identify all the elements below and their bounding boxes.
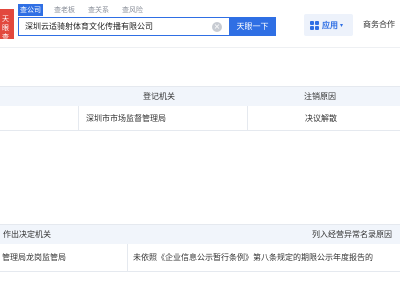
chevron-down-icon: ▾ (340, 21, 344, 29)
top-header: 天眼查询 查公司 查老板 查关系 查风险 深圳云适骑射体育文化传播有限公司 × … (0, 0, 400, 48)
table-header-row: 登记机关 注销原因 (0, 86, 400, 106)
column-header-registration-authority: 登记机关 (143, 92, 175, 101)
table-row: 管理局龙岗监管局 未依照《企业信息公示暂行条例》第八条规定的期限公示年度报告的 (0, 244, 400, 272)
tab-company[interactable]: 查公司 (18, 4, 43, 16)
table-row: 深圳市市场监督管理局 决议解散 (0, 106, 400, 131)
column-header-decision-authority: 作出决定机关 (3, 230, 51, 239)
column-divider (247, 106, 248, 130)
cancellation-reason-cell: 决议解散 (305, 114, 337, 123)
table-header-row: 作出决定机关 列入经营异常名录原因 (0, 224, 400, 244)
brand-logo[interactable]: 天眼查询 (0, 9, 14, 39)
tab-relation[interactable]: 查关系 (86, 4, 111, 16)
search-button[interactable]: 天眼一下 (229, 17, 276, 36)
search-input[interactable]: 深圳云适骑射体育文化传播有限公司 × (18, 17, 229, 36)
search-type-tabs: 查公司 查老板 查关系 查风险 (18, 4, 154, 16)
decision-authority-cell: 管理局龙岗监管局 (2, 253, 66, 262)
clear-icon[interactable]: × (212, 22, 222, 32)
column-divider (127, 244, 128, 271)
registration-authority-cell: 深圳市市场监督管理局 (86, 114, 166, 123)
column-header-listing-reason: 列入经营异常名录原因 (312, 230, 392, 239)
tab-boss[interactable]: 查老板 (52, 4, 77, 16)
business-cooperation-link[interactable]: 商务合作 (363, 19, 395, 30)
tab-risk[interactable]: 查风险 (120, 4, 145, 16)
column-header-cancellation-reason: 注销原因 (304, 92, 336, 101)
apps-menu-button[interactable]: 应用 ▾ (304, 14, 353, 36)
listing-reason-cell: 未依照《企业信息公示暂行条例》第八条规定的期限公示年度报告的 (133, 253, 373, 262)
column-divider (78, 106, 79, 130)
search-input-value: 深圳云适骑射体育文化传播有限公司 (25, 22, 153, 31)
cancellation-table: 登记机关 注销原因 深圳市市场监督管理局 决议解散 (0, 86, 400, 131)
abnormal-operation-table: 作出决定机关 列入经营异常名录原因 管理局龙岗监管局 未依照《企业信息公示暂行条… (0, 224, 400, 272)
grid-icon (310, 20, 319, 30)
apps-label: 应用 (322, 20, 338, 30)
